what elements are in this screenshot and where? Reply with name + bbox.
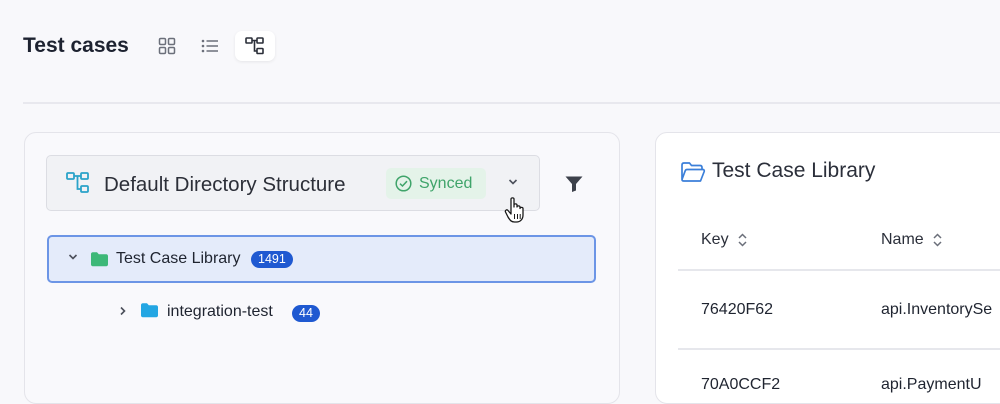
table-cell-key[interactable]: 76420F62 (701, 301, 773, 319)
hand-pointer-cursor-icon (504, 197, 524, 223)
count-badge: 1491 (251, 251, 293, 268)
folder-icon (91, 252, 108, 267)
grid-icon (158, 37, 176, 55)
column-header-key[interactable]: Key (701, 231, 748, 249)
tree-item-test-case-library[interactable]: Test Case Library 1491 (47, 235, 596, 283)
table-cell-name[interactable]: api.InventorySe (881, 301, 992, 319)
table-header-divider (678, 269, 1000, 271)
panel-title: Test Case Library (712, 159, 876, 182)
directory-structure-selector[interactable]: Default Directory Structure Synced (46, 155, 540, 211)
tree-structure-icon (66, 172, 89, 193)
column-header-label: Name (881, 231, 924, 248)
tree-view-button[interactable] (235, 31, 275, 61)
table-row-divider (678, 348, 1000, 350)
grid-view-button[interactable] (147, 31, 187, 61)
folder-open-icon (681, 162, 706, 182)
directory-structure-label: Default Directory Structure (104, 173, 346, 196)
header-divider (23, 102, 1000, 104)
tree-item-label: Test Case Library (116, 250, 241, 267)
tree-item-integration-test[interactable]: integration-test 44 (110, 297, 510, 329)
column-header-label: Key (701, 231, 729, 248)
page-title: Test cases (23, 34, 129, 57)
filter-icon[interactable] (564, 174, 584, 194)
column-header-name[interactable]: Name (881, 231, 943, 249)
chevron-down-icon[interactable] (507, 177, 519, 187)
tree-item-label: integration-test (167, 303, 273, 320)
check-circle-icon (395, 175, 412, 192)
folder-icon (141, 303, 158, 318)
chevron-down-icon[interactable] (67, 252, 79, 262)
chevron-right-icon[interactable] (118, 305, 128, 317)
sort-icon[interactable] (737, 232, 748, 248)
list-icon (201, 39, 218, 53)
synced-badge: Synced (386, 168, 486, 199)
list-view-button[interactable] (190, 31, 230, 61)
sort-icon[interactable] (932, 232, 943, 248)
table-cell-key[interactable]: 70A0CCF2 (701, 376, 780, 394)
table-cell-name[interactable]: api.PaymentU (881, 376, 982, 394)
count-badge: 44 (292, 305, 320, 322)
synced-label: Synced (419, 174, 473, 192)
tree-structure-icon (245, 37, 264, 55)
